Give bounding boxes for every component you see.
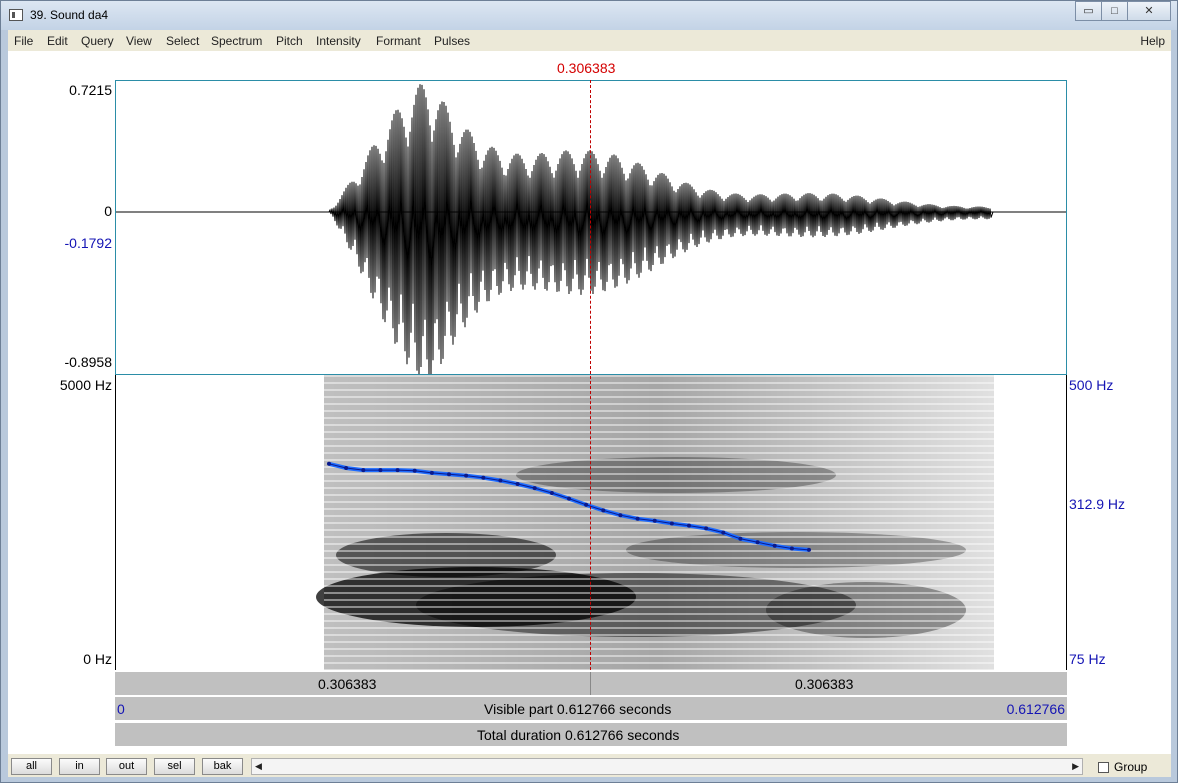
visible-part-bar[interactable]: 0 Visible part 0.612766 seconds 0.612766: [115, 696, 1067, 720]
total-duration-bar[interactable]: Total duration 0.612766 seconds: [115, 722, 1067, 746]
pitch-point: [549, 491, 554, 495]
visible-end-time: 0.612766: [1006, 701, 1065, 717]
waveform-zero-label: 0: [104, 203, 112, 219]
zoom-selection-button[interactable]: sel: [154, 758, 195, 775]
minimize-button[interactable]: ▭: [1075, 1, 1102, 21]
pitch-ymin-label: 75 Hz: [1069, 651, 1106, 667]
spectrogram-panel[interactable]: [115, 375, 1067, 670]
group-label: Group: [1114, 760, 1148, 774]
pitch-point: [738, 536, 743, 541]
cursor-time-bar[interactable]: 0.306383 0.306383: [115, 671, 1067, 695]
bottom-toolbar: all in out sel bak ◀ ▶ Group: [8, 754, 1171, 777]
menu-query[interactable]: Query: [81, 34, 114, 48]
pitch-ymax-label: 500 Hz: [1069, 377, 1114, 393]
waveform-ymin-label: -0.8958: [64, 354, 112, 370]
menu-intensity[interactable]: Intensity: [316, 34, 361, 48]
close-button[interactable]: ✕: [1127, 1, 1171, 21]
pitch-mid-label: 312.9 Hz: [1069, 496, 1126, 512]
pitch-point: [464, 473, 469, 478]
pitch-point: [635, 516, 640, 521]
cursor-time-label: 0.306383: [557, 60, 616, 76]
menu-help[interactable]: Help: [1140, 34, 1165, 48]
pitch-point: [584, 502, 589, 507]
right-segment-time[interactable]: 0.306383: [795, 676, 853, 692]
menu-file[interactable]: File: [14, 34, 33, 48]
menu-edit[interactable]: Edit: [47, 34, 68, 48]
waveform-cursor-value-label: -0.1792: [64, 235, 112, 251]
pitch-point: [601, 508, 606, 513]
title-bar: 39. Sound da4 ▭ □ ✕: [1, 1, 1177, 30]
scroll-right-icon[interactable]: ▶: [1072, 761, 1079, 772]
spectrogram-plot: [316, 375, 994, 670]
menu-view[interactable]: View: [126, 34, 152, 48]
pitch-point: [789, 546, 794, 551]
menu-bar: File Edit Query View Select Spectrum Pit…: [8, 30, 1171, 51]
app-icon: [9, 9, 23, 21]
client-area: File Edit Query View Select Spectrum Pit…: [8, 30, 1171, 777]
window-controls: ▭ □ ✕: [1075, 1, 1171, 21]
pitch-point: [618, 513, 623, 518]
time-scrollbar[interactable]: ◀ ▶: [251, 758, 1083, 775]
visible-part-label: Visible part 0.612766 seconds: [484, 701, 672, 717]
pitch-point: [515, 482, 520, 486]
spectrogram-ymax-label: 5000 Hz: [59, 377, 112, 393]
pitch-point: [755, 540, 760, 545]
pitch-point: [327, 461, 331, 466]
menu-pulses[interactable]: Pulses: [434, 34, 470, 48]
waveform-ymax-label: 0.7215: [69, 82, 112, 98]
menu-spectrum[interactable]: Spectrum: [211, 34, 262, 48]
zoom-back-button[interactable]: bak: [202, 758, 243, 775]
praat-sound-window: 39. Sound da4 ▭ □ ✕ File Edit Query View…: [0, 0, 1178, 783]
pitch-point: [344, 466, 349, 470]
pitch-point: [721, 530, 726, 535]
group-checkbox[interactable]: [1098, 762, 1109, 773]
pitch-point: [704, 526, 709, 531]
sound-editor[interactable]: 0.306383 0.7215 0 -0.1792 -0.8958 5000 H…: [8, 51, 1171, 754]
pitch-point: [481, 475, 486, 480]
cursor-line: [590, 80, 591, 670]
pitch-point: [429, 470, 434, 475]
menu-formant[interactable]: Formant: [376, 34, 421, 48]
pitch-point: [807, 547, 811, 552]
pitch-point: [498, 478, 503, 483]
menu-pitch[interactable]: Pitch: [276, 34, 303, 48]
menu-select[interactable]: Select: [166, 34, 199, 48]
pitch-point: [687, 523, 691, 528]
spectrogram-ymin-label: 0 Hz: [83, 651, 112, 667]
pitch-point: [447, 472, 451, 477]
pitch-point: [532, 486, 537, 491]
pitch-point: [652, 518, 657, 523]
maximize-button[interactable]: □: [1101, 1, 1128, 21]
total-duration-label: Total duration 0.612766 seconds: [477, 727, 680, 743]
visible-start-time: 0: [117, 701, 125, 717]
scroll-left-icon[interactable]: ◀: [255, 761, 262, 772]
pitch-point: [361, 468, 366, 473]
bar-divider: [590, 672, 591, 695]
pitch-point: [567, 496, 571, 501]
zoom-out-button[interactable]: out: [106, 758, 147, 775]
zoom-in-button[interactable]: in: [59, 758, 100, 775]
waveform-plot: [116, 84, 1066, 374]
pitch-point: [395, 468, 400, 473]
window-title: 39. Sound da4: [30, 8, 109, 22]
pitch-point: [772, 543, 777, 548]
waveform-panel[interactable]: [115, 80, 1067, 375]
zoom-all-button[interactable]: all: [11, 758, 52, 775]
pitch-point: [669, 521, 674, 526]
pitch-point: [412, 468, 417, 473]
pitch-point: [378, 468, 383, 473]
left-segment-time[interactable]: 0.306383: [318, 676, 376, 692]
